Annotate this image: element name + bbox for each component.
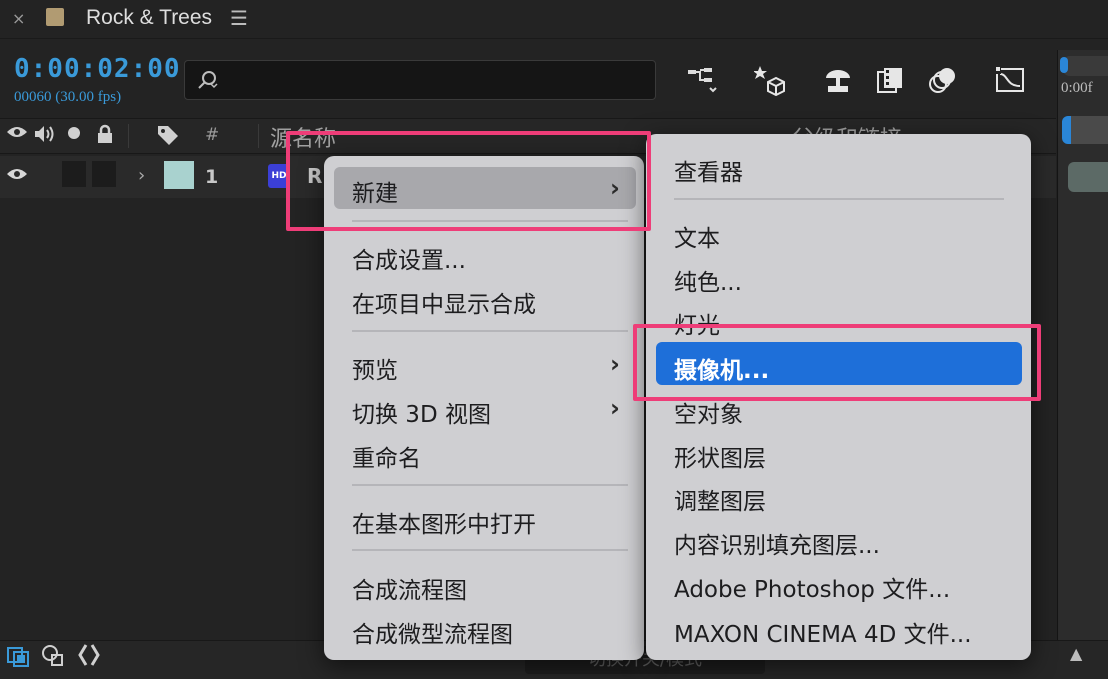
expand-layer-chevron-icon[interactable]: › — [138, 165, 145, 186]
draft-3d-icon[interactable] — [752, 62, 788, 98]
panel-menu-icon[interactable]: ☰ — [230, 6, 248, 30]
graph-editor-icon[interactable] — [992, 62, 1028, 98]
time-ruler-label: 0:00f — [1061, 80, 1093, 96]
work-area-start-handle[interactable] — [1062, 116, 1071, 144]
menu-item-reveal-in-project[interactable]: 在项目中显示合成 — [352, 285, 536, 319]
menu-separator — [674, 198, 1004, 200]
layer-visibility-icon[interactable] — [6, 166, 28, 186]
layer-number-header: # — [205, 125, 220, 145]
frame-blending-icon[interactable] — [872, 62, 908, 98]
submenu-item-adjustment-layer[interactable]: 调整图层 — [674, 482, 766, 516]
column-divider — [258, 124, 259, 148]
menu-separator — [352, 549, 628, 551]
menu-item-switch-3d-view[interactable]: 切换 3D 视图 — [352, 395, 491, 429]
submenu-arrow-icon: › — [610, 350, 620, 378]
close-tab-icon[interactable]: × — [12, 9, 25, 28]
annotation-highlight-camera — [633, 324, 1041, 401]
menu-item-comp-mini-flowchart[interactable]: 合成微型流程图 — [352, 615, 513, 649]
layer-label-color[interactable] — [164, 161, 194, 189]
layer-duration-bar[interactable] — [1068, 162, 1108, 192]
motion-blur-icon[interactable] — [924, 62, 960, 98]
layer-switches-pane-icon[interactable] — [6, 642, 32, 668]
composition-flowchart-icon[interactable] — [684, 62, 720, 98]
composition-tab-title[interactable]: Rock & Trees — [86, 6, 212, 30]
menu-item-open-essential-graphics[interactable]: 在基本图形中打开 — [352, 505, 536, 539]
menu-separator — [352, 330, 628, 332]
current-time-display[interactable]: 0:00:02:00 — [14, 54, 181, 84]
menu-item-preview[interactable]: 预览 — [352, 351, 398, 385]
submenu-arrow-icon: › — [610, 394, 620, 422]
lock-icon[interactable] — [95, 124, 115, 149]
submenu-item-solid[interactable]: 纯色... — [674, 263, 742, 297]
time-navigator[interactable] — [1062, 56, 1108, 76]
menu-separator — [352, 484, 628, 486]
layer-lock-switch[interactable] — [92, 161, 116, 187]
label-tag-icon[interactable] — [156, 124, 180, 151]
submenu-item-text[interactable]: 文本 — [674, 219, 720, 253]
zoom-up-icon[interactable]: ▲ — [1070, 644, 1082, 663]
time-navigator-handle[interactable] — [1060, 57, 1068, 73]
submenu-item-photoshop-file[interactable]: Adobe Photoshop 文件... — [674, 570, 950, 604]
in-out-pane-icon[interactable] — [76, 642, 102, 668]
audio-icon[interactable] — [33, 124, 55, 149]
layer-number: 1 — [205, 166, 219, 188]
video-visibility-icon[interactable] — [6, 124, 28, 145]
search-icon[interactable] — [196, 68, 220, 92]
menu-item-comp-settings[interactable]: 合成设置... — [352, 241, 466, 275]
column-divider — [128, 124, 129, 148]
timeline-ruler-area[interactable] — [1057, 50, 1108, 678]
submenu-item-viewer[interactable]: 查看器 — [674, 153, 743, 187]
frame-count-display: 00060 (30.00 fps) — [14, 89, 122, 105]
submenu-item-cinema4d-file[interactable]: MAXON CINEMA 4D 文件... — [674, 615, 972, 649]
layer-search-input[interactable] — [184, 60, 656, 100]
annotation-highlight-new — [286, 131, 651, 231]
submenu-item-content-aware-fill[interactable]: 内容识别填充图层... — [674, 526, 880, 560]
hide-shy-layers-icon[interactable] — [820, 62, 856, 98]
menu-item-rename[interactable]: 重命名 — [352, 439, 421, 473]
menu-item-comp-flowchart[interactable]: 合成流程图 — [352, 571, 467, 605]
layer-solo-switch[interactable] — [62, 161, 86, 187]
composition-color-swatch — [46, 8, 64, 26]
solo-icon[interactable] — [66, 124, 82, 145]
submenu-item-shape-layer[interactable]: 形状图层 — [674, 439, 766, 473]
transfer-controls-pane-icon[interactable] — [40, 642, 66, 668]
